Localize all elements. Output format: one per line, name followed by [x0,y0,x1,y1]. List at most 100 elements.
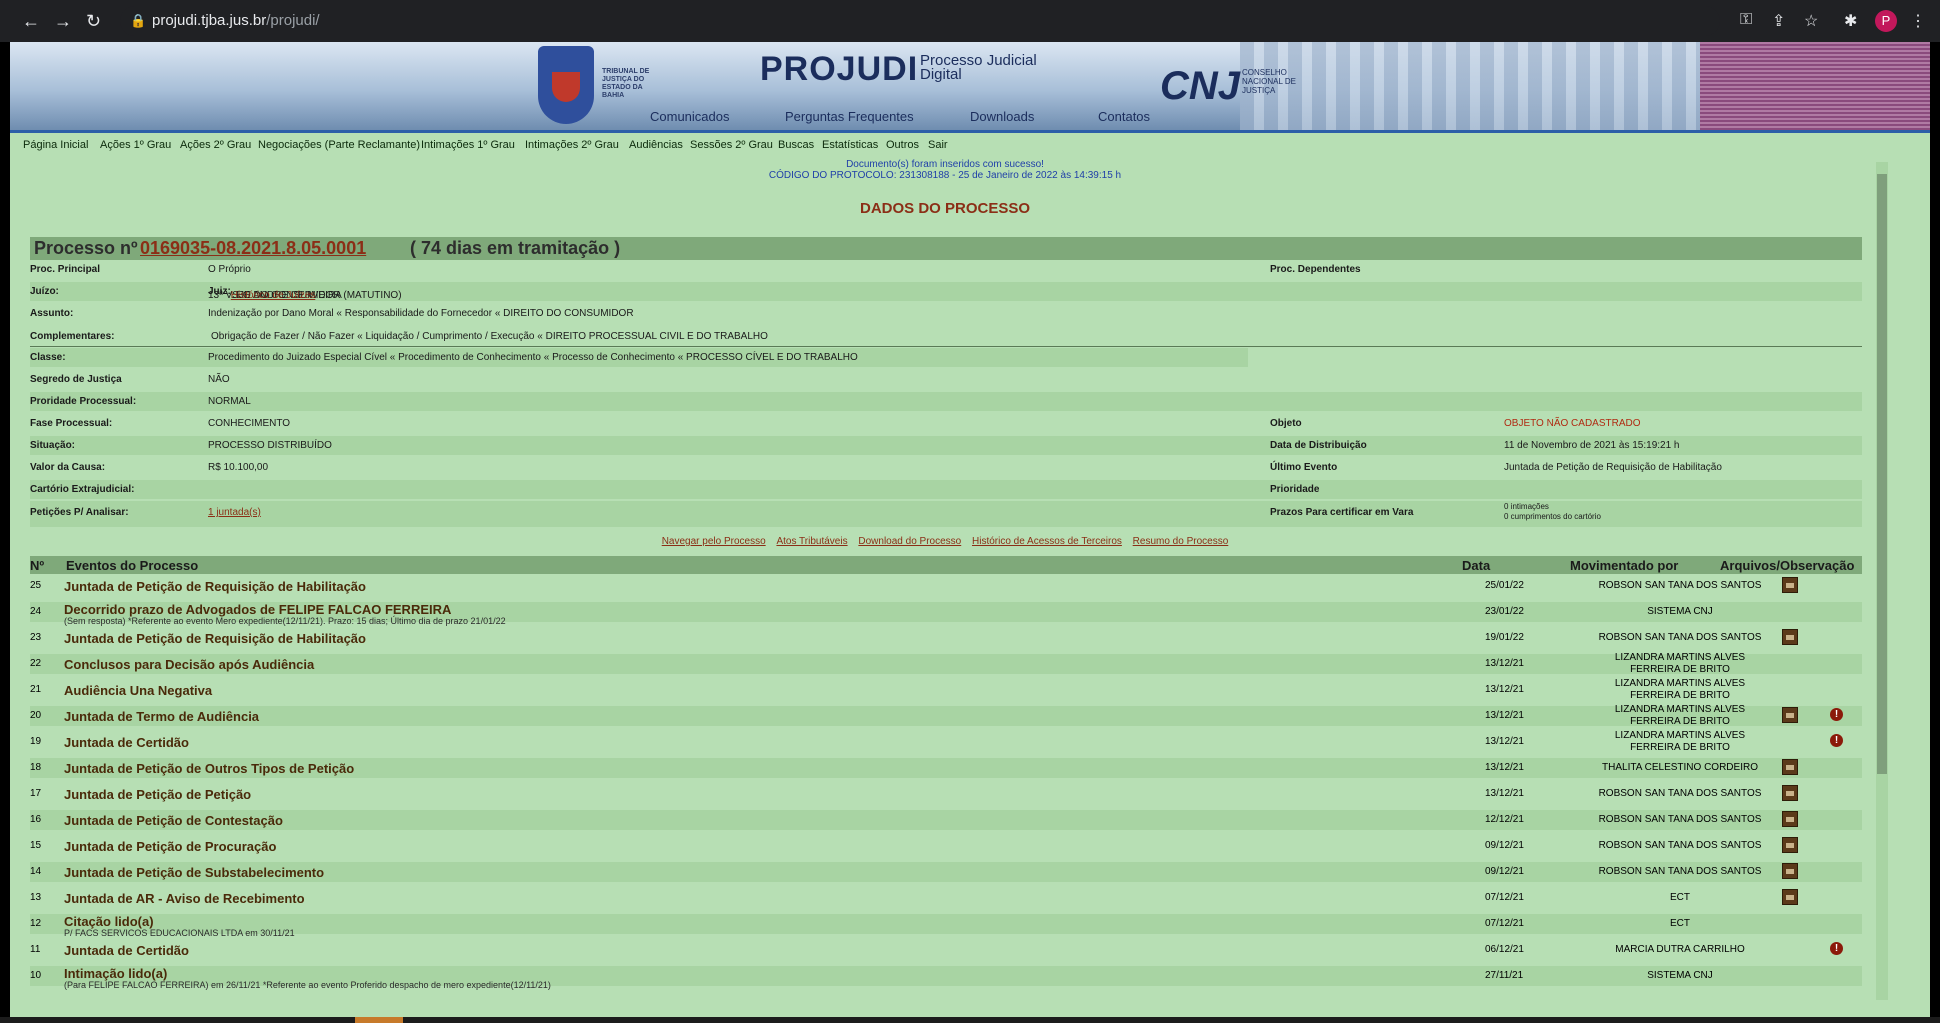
download-processo-link[interactable]: Download do Processo [858,536,961,547]
event-mover: ECT [1585,918,1775,930]
row-segredo: Segredo de Justiça NÃO [30,370,1862,389]
avatar[interactable]: P [1875,10,1897,32]
forward-icon[interactable]: → [54,11,72,32]
mover-name: ROBSON SAN TANA DOS SANTOS [1598,866,1762,877]
event-description: Juntada de Petição de Contestação [64,813,283,828]
url-text: projudi.tjba.jus.br/projudi/ [152,12,320,29]
file-download-icon[interactable] [1782,889,1798,905]
address-bar[interactable]: 🔒 projudi.tjba.jus.br/projudi/ [120,6,1720,36]
event-number: 18 [30,762,42,773]
row-principal: Proc. Principal O Próprio Proc. Dependen… [30,260,1862,279]
event-row: 13 Juntada de AR - Aviso de Recebimento 07… [30,888,1862,908]
col-header: Nº [30,558,45,573]
observation-icon[interactable]: ! [1830,942,1843,955]
file-download-icon[interactable] [1782,577,1798,593]
field-value: CONHECIMENTO [208,418,291,429]
menu-intimacoes-1-grau[interactable]: Intimações 1º Grau [421,139,515,151]
event-number: 11 [30,944,41,955]
star-icon[interactable]: ☆ [1804,11,1818,31]
event-description: Audiência Una Negativa [64,683,213,698]
event-row: 11 Juntada de Certidão 06/12/21 MARCIA DUTR… [30,940,1862,960]
row-assunto: Assunto: Indenização por Dano Moral « Re… [30,304,1862,323]
menu-pagina-inicial[interactable]: Página Inicial [23,139,88,151]
key-icon[interactable]: ⚿ [1740,11,1752,29]
success-message: Documento(s) foram inseridos com sucesso… [10,159,1880,181]
navegar-link[interactable]: Navegar pelo Processo [662,536,766,547]
success-line: Documento(s) foram inseridos com sucesso… [846,159,1044,170]
mover-name: FERREIRA DE BRITO [1630,742,1730,753]
row-fase: Fase Processual: CONHECIMENTO Objeto OBJ… [30,414,1862,433]
event-mover: MARCIA DUTRA CARRILHO [1585,944,1775,956]
atos-tributaveis-link[interactable]: Atos Tributáveis [776,536,847,547]
event-description: Juntada de Certidão [64,735,189,750]
menu-sessoes-2-grau[interactable]: Sessões 2º Grau [690,139,773,151]
event-row: 22 Conclusos para Decisão após Audiência 1… [30,652,1862,675]
event-number: 23 [30,632,42,643]
menu-buscas[interactable]: Buscas [778,139,814,151]
event-mover: SISTEMA CNJ [1585,606,1775,618]
process-prefix: Processo nº [34,238,138,258]
field-label: Cartório Extrajudicial: [30,484,135,495]
historico-acessos-link[interactable]: Histórico de Acessos de Terceiros [972,536,1122,547]
event-mover: ROBSON SAN TANA DOS SANTOS [1585,840,1775,852]
menu-sair[interactable]: Sair [928,139,948,151]
event-row: 16 Juntada de Petição de Contestação 12/12… [30,810,1862,830]
taskbar-item[interactable] [355,1017,403,1023]
back-icon[interactable]: ← [22,11,40,32]
event-date: 13/12/21 [1485,762,1524,773]
file-download-icon[interactable] [1782,785,1798,801]
scrollbar-thumb[interactable] [1877,174,1887,774]
file-download-icon[interactable] [1782,707,1798,723]
menu-negociacoes[interactable]: Negociações (Parte Reclamante) [258,139,420,151]
event-row: 14 Juntada de Petição de Substabeleciment… [30,862,1862,882]
reload-icon[interactable]: ↻ [86,11,101,32]
field-value: NÃO [208,374,230,385]
field-value: Obrigação de Fazer / Não Fazer « Liquida… [211,331,768,342]
extensions-icon[interactable]: ✱ [1844,11,1857,31]
field-label: Proridade Processual: [30,396,137,407]
file-download-icon[interactable] [1782,837,1798,853]
menu-intimacoes-2-grau[interactable]: Intimações 2º Grau [525,139,619,151]
observation-icon[interactable]: ! [1830,708,1843,721]
menu-estatisticas[interactable]: Estatísticas [822,139,878,151]
event-date: 07/12/21 [1485,892,1524,903]
field-label: Último Evento [1270,462,1338,473]
file-download-icon[interactable] [1782,811,1798,827]
nav-comunicados[interactable]: Comunicados [650,109,730,124]
event-description: Juntada de Petição de Procuração [64,839,277,854]
page: TRIBUNAL DE JUSTIÇA DO ESTADO DA BAHIA P… [10,42,1930,1017]
file-download-icon[interactable] [1782,863,1798,879]
field-value: Indenização por Dano Moral « Responsabil… [208,308,634,319]
cnj-subtitle: CONSELHO NACIONAL DE JUSTIÇA [1242,68,1296,95]
menu-acoes-2-grau[interactable]: Ações 2º Grau [180,139,251,151]
process-number-link[interactable]: 0169035-08.2021.8.05.0001 [140,238,366,259]
observation-icon[interactable]: ! [1830,734,1843,747]
event-mover: ROBSON SAN TANA DOS SANTOS [1585,632,1775,644]
event-number: 25 [30,580,42,591]
menu-outros[interactable]: Outros [886,139,919,151]
share-icon[interactable]: ⇪ [1772,11,1785,31]
scrollbar[interactable] [1876,162,1888,1000]
menu-icon[interactable]: ⋮ [1910,11,1926,31]
event-row: 23 Juntada de Petição de Requisição de Ha… [30,628,1862,648]
event-date: 09/12/21 [1485,866,1524,877]
menu-audiencias[interactable]: Audiências [629,139,683,151]
historico-juizes-link[interactable]: Histórico de Juízes [231,290,315,301]
field-label: Objeto [1270,418,1302,429]
field-value: O Próprio [208,264,251,275]
nav-downloads[interactable]: Downloads [970,109,1034,124]
peticoes-link[interactable]: 1 juntada(s) [208,507,261,518]
file-download-icon[interactable] [1782,629,1798,645]
nav-contatos[interactable]: Contatos [1098,109,1150,124]
event-date: 13/12/21 [1485,788,1524,799]
projudi-subtitle: Processo Judicial Digital [920,52,1037,83]
file-download-icon[interactable] [1782,759,1798,775]
nav-perguntas-frequentes[interactable]: Perguntas Frequentes [785,109,914,124]
menu-acoes-1-grau[interactable]: Ações 1º Grau [100,139,171,151]
event-number: 13 [30,892,42,903]
event-number: 17 [30,788,42,799]
mover-name: THALITA CELESTINO CORDEIRO [1602,762,1758,773]
tribunal-text: TRIBUNAL DE JUSTIÇA DO ESTADO DA BAHIA [602,68,650,99]
event-description: Juntada de Petição de Outros Tipos de Pe… [64,761,355,776]
resumo-processo-link[interactable]: Resumo do Processo [1133,536,1229,547]
